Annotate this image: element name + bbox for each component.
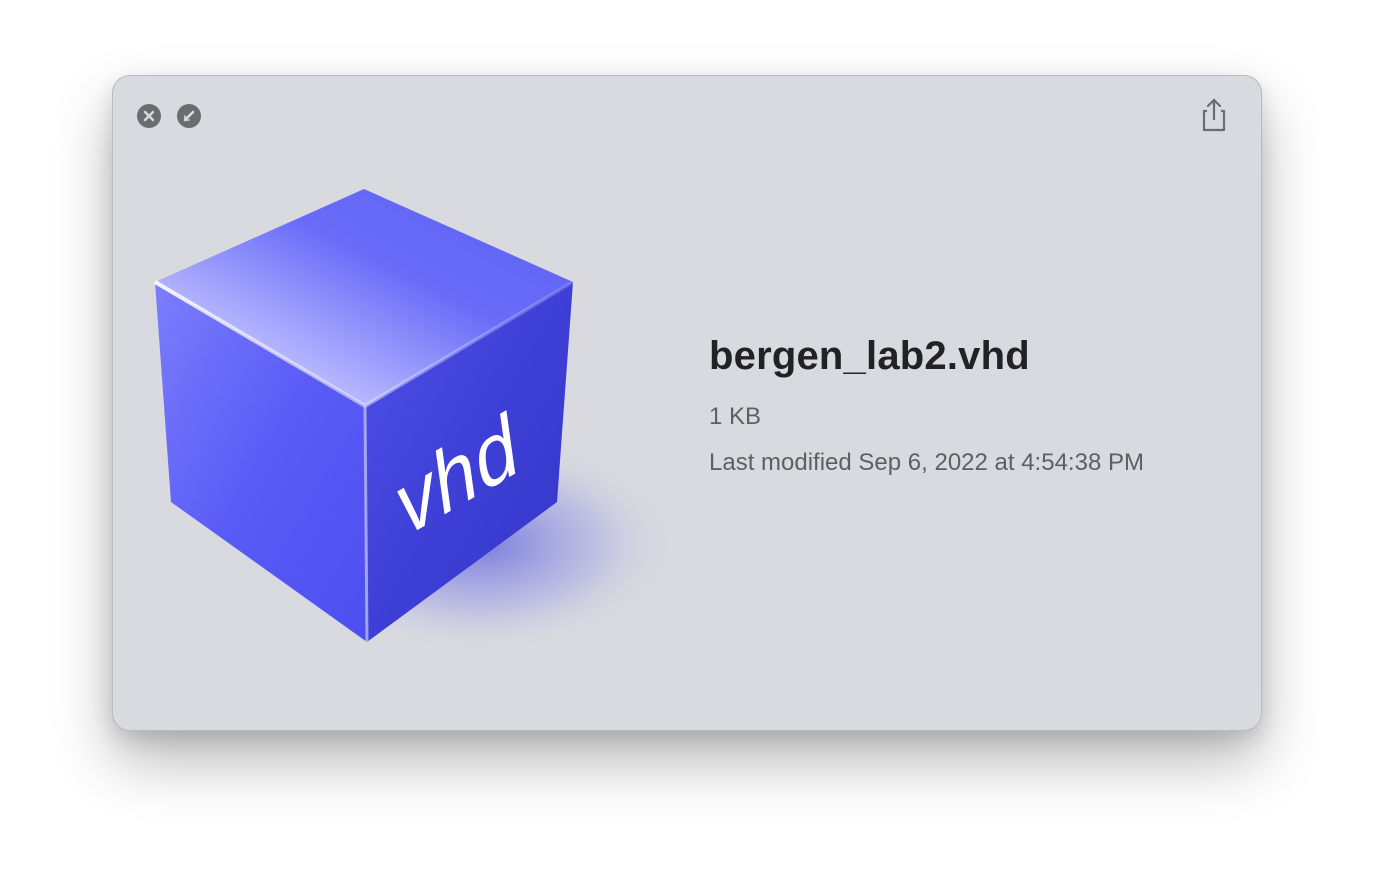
file-modified-date: Last modified Sep 6, 2022 at 4:54:38 PM xyxy=(709,449,1144,476)
close-button[interactable] xyxy=(137,104,161,128)
file-size: 1 KB xyxy=(709,403,762,430)
fullscreen-icon xyxy=(183,110,195,122)
fullscreen-button[interactable] xyxy=(177,104,201,128)
file-info: bergen_lab2.vhd 1 KB Last modified Sep 6… xyxy=(709,334,1144,477)
file-name: bergen_lab2.vhd xyxy=(709,334,1030,378)
close-icon xyxy=(143,110,155,122)
share-button[interactable] xyxy=(1197,96,1231,134)
file-preview-icon: vhd xyxy=(149,184,679,674)
share-icon xyxy=(1202,98,1226,132)
quick-look-window: vhd bergen_lab2.vhd 1 KB Last modified S… xyxy=(112,75,1262,731)
